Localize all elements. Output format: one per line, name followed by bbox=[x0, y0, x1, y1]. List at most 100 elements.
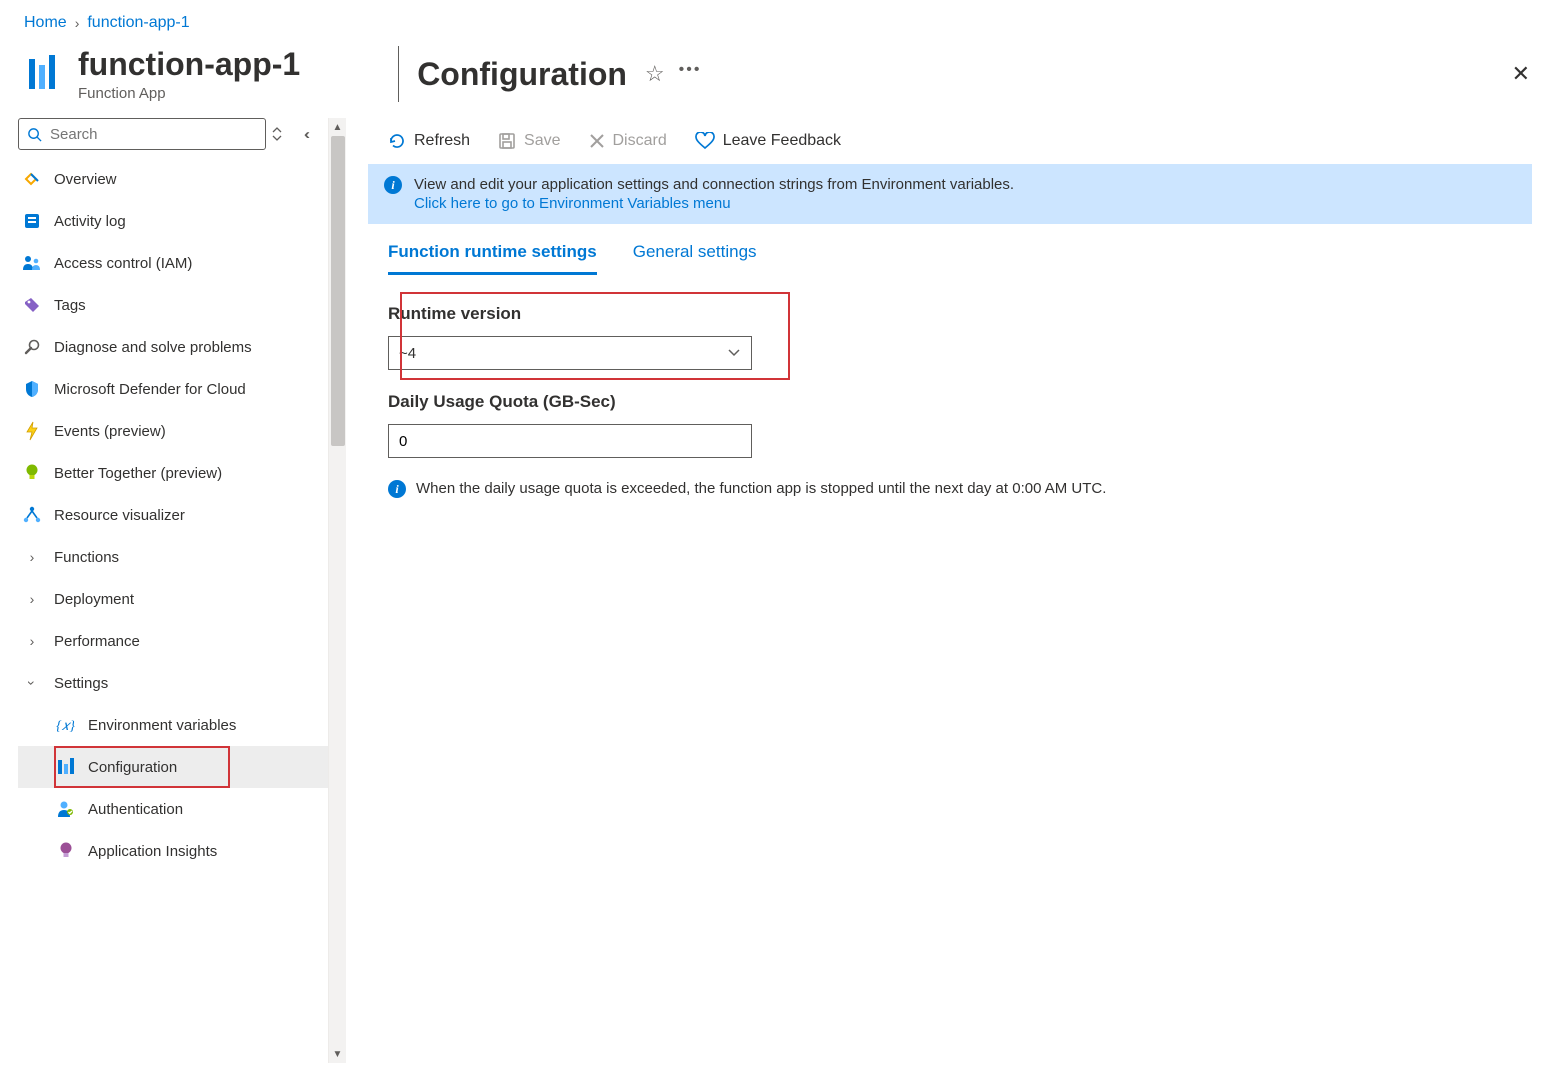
info-banner: i View and edit your application setting… bbox=[368, 164, 1532, 224]
breadcrumb: Home › function-app-1 bbox=[0, 0, 1560, 46]
more-menu-icon[interactable]: ••• bbox=[679, 61, 702, 79]
tab-bar: Function runtime settings General settin… bbox=[368, 242, 1532, 276]
sidebar-scrollbar[interactable]: ▲ ▼ bbox=[328, 118, 346, 1063]
sidebar-group-performance[interactable]: › Performance bbox=[18, 620, 328, 662]
discard-icon bbox=[589, 133, 605, 149]
scroll-down-icon[interactable]: ▼ bbox=[329, 1045, 346, 1063]
sidebar-group-functions[interactable]: › Functions bbox=[18, 536, 328, 578]
authentication-icon bbox=[56, 800, 76, 818]
sidebar-item-label: Events (preview) bbox=[54, 423, 166, 440]
svg-text:{𝑥}: {𝑥} bbox=[56, 719, 75, 733]
discard-button: Discard bbox=[589, 132, 667, 150]
sidebar-item-label: Authentication bbox=[88, 801, 183, 818]
overview-icon bbox=[22, 170, 42, 188]
sidebar-nav: Overview Activity log Access control (IA… bbox=[18, 158, 328, 872]
toolbar-label: Refresh bbox=[414, 132, 470, 150]
sidebar-item-label: Environment variables bbox=[88, 717, 236, 734]
sidebar-item-resource-visualizer[interactable]: Resource visualizer bbox=[18, 494, 328, 536]
events-icon bbox=[22, 421, 42, 441]
toolbar-label: Discard bbox=[613, 132, 667, 150]
tags-icon bbox=[22, 296, 42, 314]
banner-text: View and edit your application settings … bbox=[414, 176, 1014, 193]
banner-link[interactable]: Click here to go to Environment Variable… bbox=[414, 195, 731, 212]
sidebar-item-configuration[interactable]: Configuration bbox=[18, 746, 328, 788]
resource-subtitle: Function App bbox=[78, 85, 300, 102]
sidebar-group-settings[interactable]: › Settings bbox=[18, 662, 328, 704]
sidebar-item-diagnose[interactable]: Diagnose and solve problems bbox=[18, 326, 328, 368]
sidebar-item-label: Better Together (preview) bbox=[54, 465, 222, 482]
chevron-right-icon: › bbox=[22, 591, 42, 607]
sidebar-item-events[interactable]: Events (preview) bbox=[18, 410, 328, 452]
toolbar-label: Save bbox=[524, 132, 560, 150]
toolbar-label: Leave Feedback bbox=[723, 132, 841, 150]
sidebar-item-label: Diagnose and solve problems bbox=[54, 339, 252, 356]
info-icon: i bbox=[384, 176, 402, 194]
scroll-up-icon[interactable]: ▲ bbox=[329, 118, 346, 136]
access-control-icon bbox=[22, 254, 42, 272]
defender-icon bbox=[22, 380, 42, 398]
scrollbar-thumb[interactable] bbox=[331, 136, 345, 446]
breadcrumb-resource[interactable]: function-app-1 bbox=[87, 14, 189, 32]
lightbulb-icon bbox=[22, 463, 42, 483]
chevron-down-icon: › bbox=[24, 673, 40, 693]
feedback-button[interactable]: Leave Feedback bbox=[695, 132, 841, 150]
sidebar-item-label: Microsoft Defender for Cloud bbox=[54, 381, 246, 398]
diagnose-icon bbox=[22, 338, 42, 356]
collapse-sidebar-icon[interactable]: ‹‹ bbox=[288, 126, 328, 143]
sidebar-group-label: Deployment bbox=[54, 591, 134, 608]
toolbar: Refresh Save Discard Leave Feedback bbox=[368, 118, 1532, 164]
daily-quota-input[interactable] bbox=[388, 424, 752, 458]
tab-general-settings[interactable]: General settings bbox=[633, 242, 757, 275]
sidebar-item-label: Configuration bbox=[88, 759, 177, 776]
sidebar: ‹‹ Overview Activity log Access control … bbox=[0, 118, 328, 1063]
pin-star-icon[interactable]: ☆ bbox=[645, 61, 665, 87]
resource-visualizer-icon bbox=[22, 506, 42, 524]
sidebar-item-tags[interactable]: Tags bbox=[18, 284, 328, 326]
sidebar-item-better-together[interactable]: Better Together (preview) bbox=[18, 452, 328, 494]
search-updown-icon[interactable] bbox=[272, 126, 282, 142]
sidebar-search-input[interactable] bbox=[50, 126, 257, 143]
runtime-version-value: ~4 bbox=[399, 345, 416, 362]
info-icon: i bbox=[388, 480, 406, 498]
sidebar-item-label: Activity log bbox=[54, 213, 126, 230]
sidebar-item-label: Access control (IAM) bbox=[54, 255, 192, 272]
runtime-version-label: Runtime version bbox=[388, 304, 1532, 324]
sidebar-item-authentication[interactable]: Authentication bbox=[18, 788, 328, 830]
runtime-version-field: Runtime version ~4 bbox=[388, 304, 1532, 370]
sidebar-group-label: Settings bbox=[54, 675, 108, 692]
page-header: function-app-1 Function App Configuratio… bbox=[0, 46, 1560, 118]
chevron-right-icon: › bbox=[22, 633, 42, 649]
sidebar-item-label: Overview bbox=[54, 171, 117, 188]
tab-runtime-settings[interactable]: Function runtime settings bbox=[388, 242, 597, 275]
sidebar-group-label: Performance bbox=[54, 633, 140, 650]
variables-icon: {𝑥} bbox=[56, 717, 76, 733]
daily-quota-label: Daily Usage Quota (GB-Sec) bbox=[388, 392, 1532, 412]
sidebar-item-label: Application Insights bbox=[88, 843, 217, 860]
refresh-button[interactable]: Refresh bbox=[388, 132, 470, 150]
main-content: Refresh Save Discard Leave Feedback i Vi… bbox=[346, 118, 1560, 1063]
close-button[interactable]: ✕ bbox=[1512, 61, 1530, 87]
breadcrumb-home[interactable]: Home bbox=[24, 14, 67, 32]
resource-title: function-app-1 bbox=[78, 46, 300, 83]
activity-log-icon bbox=[22, 212, 42, 230]
sidebar-item-environment-variables[interactable]: {𝑥} Environment variables bbox=[18, 704, 328, 746]
sidebar-search[interactable] bbox=[18, 118, 266, 150]
function-app-icon bbox=[24, 53, 66, 95]
runtime-version-select[interactable]: ~4 bbox=[388, 336, 752, 370]
save-icon bbox=[498, 132, 516, 150]
page-title: Configuration bbox=[417, 56, 627, 93]
configuration-icon bbox=[56, 758, 76, 776]
quota-help-row: i When the daily usage quota is exceeded… bbox=[388, 480, 1532, 498]
sidebar-item-activity-log[interactable]: Activity log bbox=[18, 200, 328, 242]
sidebar-item-defender[interactable]: Microsoft Defender for Cloud bbox=[18, 368, 328, 410]
breadcrumb-separator: › bbox=[75, 15, 80, 31]
sidebar-item-label: Tags bbox=[54, 297, 86, 314]
search-icon bbox=[27, 127, 42, 142]
sidebar-group-deployment[interactable]: › Deployment bbox=[18, 578, 328, 620]
app-insights-icon bbox=[56, 841, 76, 861]
sidebar-item-overview[interactable]: Overview bbox=[18, 158, 328, 200]
sidebar-item-access-control[interactable]: Access control (IAM) bbox=[18, 242, 328, 284]
chevron-down-icon bbox=[727, 348, 741, 358]
sidebar-item-app-insights[interactable]: Application Insights bbox=[18, 830, 328, 872]
heart-icon bbox=[695, 132, 715, 150]
